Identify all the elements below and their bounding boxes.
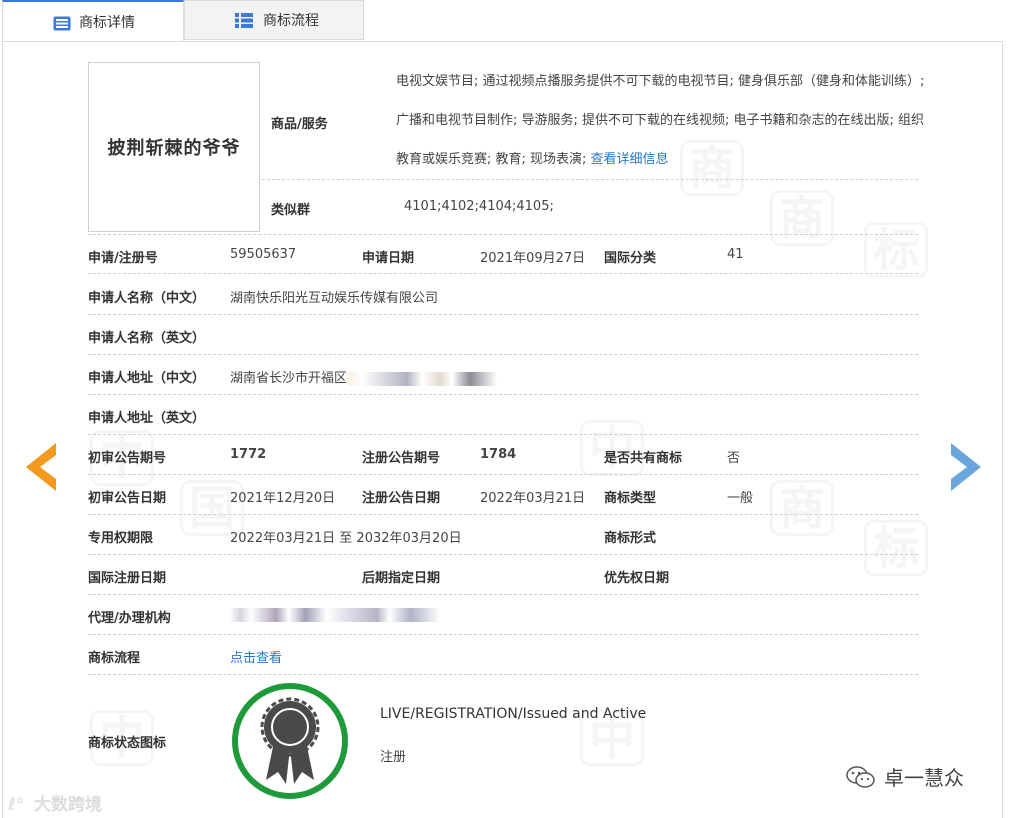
status-chinese: 注册 — [380, 750, 407, 765]
redacted-blur — [230, 607, 440, 622]
tm-type-label: 商标类型 — [604, 491, 657, 506]
address-en-label: 申请人地址（英文） — [88, 411, 206, 426]
list-doc-icon — [53, 16, 71, 31]
later-designation-label: 后期指定日期 — [362, 571, 441, 586]
exclusive-period-label: 专用权期限 — [88, 531, 154, 546]
redacted-blur — [347, 371, 498, 386]
goods-services-value: 电视文娱节目; 通过视频点播服务提供不可下载的电视节目; 健身俱乐部（健身和体能… — [396, 62, 926, 179]
divider — [88, 634, 918, 635]
reg-issue-value: 1784 — [480, 447, 517, 462]
agent-value — [230, 607, 440, 622]
status-english: LIVE/REGISTRATION/Issued and Active — [380, 706, 647, 722]
tab-bar: 商标详情 商标流程 — [0, 0, 1014, 42]
divider — [88, 314, 918, 315]
divider — [88, 554, 918, 555]
divider — [88, 394, 918, 395]
reg-date-label: 注册公告日期 — [362, 491, 441, 506]
intl-class-label: 国际分类 — [604, 251, 657, 266]
footer-watermark-left: ℓ° 大数跨境 — [8, 795, 102, 815]
similar-group-value: 4101;4102;4104;4105; — [404, 199, 554, 214]
applicant-cn-value: 湖南快乐阳光互动娱乐传媒有限公司 — [230, 291, 439, 306]
next-arrow-icon[interactable] — [949, 441, 985, 493]
divider — [88, 354, 918, 355]
watermark-char: 商 — [770, 480, 834, 536]
address-cn-label: 申请人地址（中文） — [88, 371, 206, 386]
divider — [88, 474, 918, 475]
grid-list-icon — [235, 13, 253, 28]
divider — [88, 594, 918, 595]
intl-class-value: 41 — [727, 247, 744, 262]
reg-no-label: 申请/注册号 — [88, 251, 158, 266]
intl-reg-date-label: 国际注册日期 — [88, 571, 167, 586]
prelim-date-label: 初审公告日期 — [88, 491, 167, 506]
wechat-icon — [846, 765, 875, 788]
trademark-image: 披荆斩棘的爷爷 — [88, 62, 260, 232]
rosette-award-icon — [232, 683, 348, 799]
goods-services-label: 商品/服务 — [271, 117, 328, 132]
agent-label: 代理/办理机构 — [88, 611, 171, 626]
reg-issue-label: 注册公告期号 — [362, 451, 441, 466]
flow-label: 商标流程 — [88, 651, 141, 666]
applicant-cn-label: 申请人名称（中文） — [88, 291, 206, 306]
status-icon-label: 商标状态图标 — [88, 736, 167, 751]
exclusive-period-value: 2022年03月21日 至 2032年03月20日 — [230, 531, 462, 546]
watermark-char: 商 — [770, 190, 834, 246]
apply-date-label: 申请日期 — [362, 251, 415, 266]
shared-label: 是否共有商标 — [604, 451, 683, 466]
address-text: 湖南省长沙市开福区 — [230, 371, 348, 386]
tab-label: 商标详情 — [79, 15, 135, 31]
view-flow-link[interactable]: 点击查看 — [230, 647, 282, 666]
tab-label: 商标流程 — [263, 13, 319, 29]
tm-type-value: 一般 — [727, 491, 754, 506]
address-cn-value: 湖南省长沙市开福区 — [230, 367, 498, 386]
view-details-link[interactable]: 查看详细信息 — [591, 152, 669, 167]
divider — [88, 234, 918, 235]
watermark-char: 标 — [864, 222, 928, 278]
divider — [88, 273, 918, 274]
reg-date-value: 2022年03月21日 — [480, 491, 586, 506]
footer-watermark-right: 卓一慧众 — [846, 762, 964, 791]
prelim-issue-value: 1772 — [230, 447, 267, 462]
priority-date-label: 优先权日期 — [604, 571, 670, 586]
divider — [88, 434, 918, 435]
divider — [88, 674, 918, 675]
prelim-date-value: 2021年12月20日 — [230, 491, 336, 506]
footer-right-text: 卓一慧众 — [884, 766, 964, 790]
apply-date-value: 2021年09月27日 — [480, 251, 586, 266]
watermark-char: 标 — [864, 520, 928, 576]
tab-trademark-flow[interactable]: 商标流程 — [184, 0, 364, 40]
trademark-text: 披荆斩棘的爷爷 — [107, 138, 241, 159]
footer-left-icon: ℓ° — [8, 795, 25, 815]
divider — [88, 514, 918, 515]
prev-arrow-icon[interactable] — [22, 441, 58, 493]
similar-group-label: 类似群 — [271, 203, 311, 218]
divider — [262, 179, 918, 180]
shared-value: 否 — [727, 451, 741, 466]
tm-form-label: 商标形式 — [604, 531, 657, 546]
tab-trademark-detail[interactable]: 商标详情 — [2, 0, 184, 42]
reg-no-value: 59505637 — [230, 247, 297, 262]
applicant-en-label: 申请人名称（英文） — [88, 331, 206, 346]
prelim-issue-label: 初审公告期号 — [88, 451, 167, 466]
